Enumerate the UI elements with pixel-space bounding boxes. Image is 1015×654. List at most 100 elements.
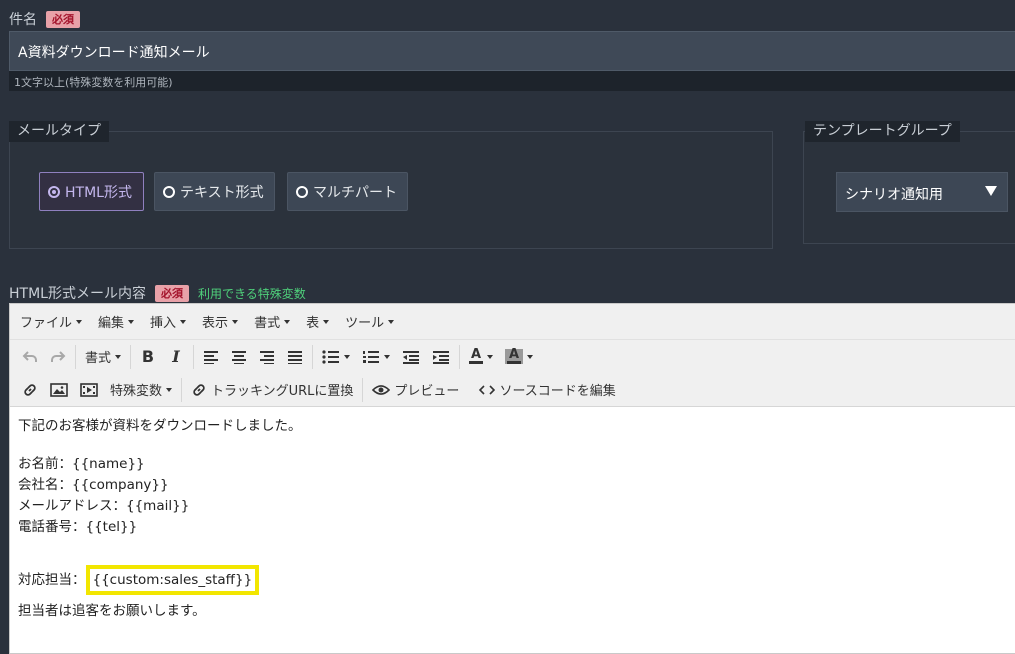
align-justify-button[interactable] (281, 343, 309, 371)
editor-content[interactable]: 下記のお客様が資料をダウンロードしました。 お名前：{{name}} 会社名：{… (10, 407, 1015, 631)
bold-button[interactable]: B (134, 343, 162, 371)
undo-button[interactable] (16, 343, 44, 371)
align-center-icon (232, 350, 247, 364)
menu-tools[interactable]: ツール (337, 312, 402, 331)
menu-format[interactable]: 書式 (246, 312, 298, 331)
radio-label: テキスト形式 (180, 184, 264, 201)
menu-view[interactable]: 表示 (194, 312, 246, 331)
radio-text-format[interactable]: テキスト形式 (154, 172, 275, 211)
dropdown-arrow-icon (985, 186, 997, 196)
caret-down-icon (180, 319, 187, 324)
special-vars-dropdown[interactable]: 特殊変数 (104, 376, 178, 404)
radio-multipart[interactable]: マルチパート (287, 172, 408, 211)
eye-icon (372, 384, 391, 395)
required-badge: 必須 (154, 284, 189, 302)
caret-down-icon (344, 354, 351, 359)
html-content-label-row: HTML形式メール内容 必須 利用できる特殊変数 (9, 283, 306, 303)
caret-down-icon (232, 319, 239, 324)
caret-down-icon (323, 319, 330, 324)
redo-button[interactable] (44, 343, 72, 371)
required-badge: 必須 (46, 10, 80, 28)
outdent-button[interactable] (396, 343, 426, 371)
insert-media-button[interactable] (74, 376, 104, 404)
media-icon (80, 382, 98, 397)
body-line: メールアドレス：{{mail}} (18, 498, 190, 514)
radio-html-format[interactable]: HTML形式 (39, 172, 144, 211)
caret-down-icon (527, 354, 534, 359)
special-vars-link[interactable]: 利用できる特殊変数 (198, 285, 306, 302)
body-line: 会社名：{{company}} (18, 477, 169, 493)
align-right-icon (260, 350, 275, 364)
rich-text-editor: ファイル 編集 挿入 表示 書式 表 ツール 書式 B I A A 特殊変数 ト… (9, 303, 1015, 654)
link-icon (193, 383, 205, 396)
editor-toolbar-row1: 書式 B I A A (10, 339, 1015, 373)
html-content-label: HTML形式メール内容 (9, 286, 146, 302)
menu-table[interactable]: 表 (298, 312, 337, 331)
body-line: 担当者は追客をお願いします。 (18, 603, 206, 619)
italic-icon: I (172, 347, 180, 366)
insert-link-button[interactable] (16, 376, 44, 404)
body-line: 下記のお客様が資料をダウンロードしました。 (18, 418, 302, 434)
toolbar-separator (181, 377, 183, 402)
staff-label: 対応担当： (18, 572, 86, 588)
image-icon (50, 382, 68, 397)
template-group-select[interactable]: シナリオ通知用 (836, 172, 1008, 212)
template-group-legend: テンプレートグループ (805, 121, 960, 142)
caret-down-icon (284, 319, 291, 324)
indent-button[interactable] (426, 343, 456, 371)
radio-unselected-icon (163, 185, 175, 198)
caret-down-icon (388, 319, 395, 324)
source-code-button[interactable]: ソースコードを編集 (473, 376, 621, 404)
bullet-list-button[interactable] (316, 343, 356, 371)
bullet-list-icon (322, 349, 340, 364)
editor-toolbar-row2: 特殊変数 トラッキングURLに置換 プレビュー ソースコードを編集 (10, 373, 1015, 407)
link-icon (24, 383, 36, 396)
template-group-value: シナリオ通知用 (845, 187, 943, 203)
subject-label-row: 件名 必須 (9, 9, 80, 29)
caret-down-icon (384, 354, 391, 359)
align-center-button[interactable] (225, 343, 253, 371)
tracking-url-button[interactable]: トラッキングURLに置換 (185, 376, 359, 404)
subject-input[interactable]: A資料ダウンロード通知メール (9, 31, 1015, 71)
text-color-button[interactable]: A (463, 343, 499, 371)
radio-label: マルチパート (313, 184, 397, 201)
align-left-icon (204, 350, 219, 364)
bold-icon: B (141, 347, 155, 366)
numbered-list-button[interactable] (356, 343, 396, 371)
menu-insert[interactable]: 挿入 (142, 312, 194, 331)
subject-hint: 1文字以上(特殊変数を利用可能) (9, 71, 1015, 91)
outdent-icon (403, 350, 420, 364)
toolbar-separator (130, 344, 132, 369)
toolbar-separator (312, 344, 314, 369)
background-color-button[interactable]: A (499, 343, 539, 371)
staff-variable-highlight: {{custom:sales_staff}} (85, 565, 260, 595)
body-line: お名前：{{name}} (18, 456, 145, 472)
italic-button[interactable]: I (162, 343, 190, 371)
caret-down-icon (115, 354, 122, 359)
redo-icon (51, 350, 66, 362)
format-dropdown[interactable]: 書式 (79, 343, 127, 371)
mail-type-legend: メールタイプ (9, 121, 109, 142)
align-left-button[interactable] (197, 343, 225, 371)
caret-down-icon (128, 319, 135, 324)
toolbar-separator (362, 377, 364, 402)
caret-down-icon (76, 319, 83, 324)
toolbar-separator (75, 344, 76, 369)
insert-image-button[interactable] (44, 376, 74, 404)
menu-edit[interactable]: 編集 (90, 312, 142, 331)
background-color-icon: A (505, 348, 524, 364)
align-justify-icon (288, 350, 303, 364)
subject-label: 件名 (9, 12, 37, 28)
preview-button[interactable]: プレビュー (366, 376, 465, 404)
numbered-list-icon (363, 350, 380, 363)
align-right-button[interactable] (253, 343, 281, 371)
subject-value: A資料ダウンロード通知メール (18, 45, 210, 61)
body-line: 電話番号：{{tel}} (18, 519, 138, 535)
code-icon (479, 384, 496, 395)
menu-file[interactable]: ファイル (12, 312, 90, 331)
caret-down-icon (487, 354, 494, 359)
indent-icon (433, 350, 450, 364)
toolbar-separator (193, 344, 195, 369)
text-color-icon: A (469, 347, 484, 364)
